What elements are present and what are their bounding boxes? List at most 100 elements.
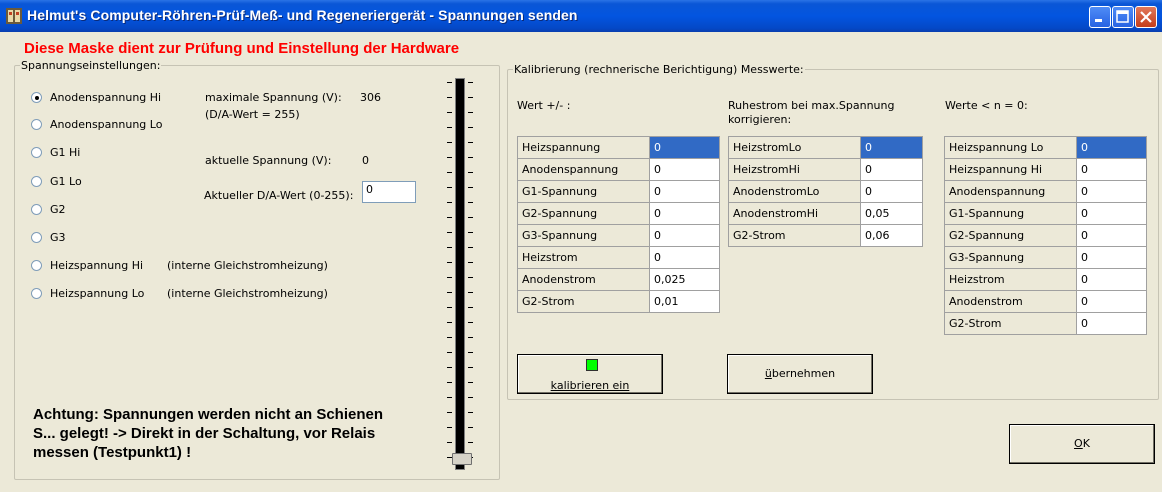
row-label: G2-Strom <box>944 312 1077 335</box>
value-cell[interactable]: 0 <box>649 158 720 181</box>
ok-button[interactable]: OK <box>1009 424 1155 464</box>
slider-track <box>455 78 465 470</box>
table-row: Heizstrom 0 <box>944 268 1147 291</box>
row-label: G2-Spannung <box>944 224 1077 247</box>
row-label: G2-Strom <box>517 290 650 313</box>
value-cell[interactable]: 0 <box>860 136 923 159</box>
app-icon <box>6 8 22 24</box>
row-label: Heizspannung <box>517 136 650 159</box>
slider-tick <box>447 382 452 383</box>
voltage-slider[interactable] <box>440 78 480 470</box>
table-row: G1-Spannung 0 <box>944 202 1147 225</box>
value-cell[interactable]: 0 <box>1076 224 1147 247</box>
table-row: Heizspannung 0 <box>517 136 720 159</box>
window-title: Helmut's Computer-Röhren-Prüf-Meß- und R… <box>27 7 578 23</box>
minimize-button[interactable] <box>1089 6 1111 28</box>
value-cell[interactable]: 0 <box>649 202 720 225</box>
radio-dot <box>31 288 42 299</box>
header-warning: Diese Maske dient zur Prüfung und Einste… <box>24 40 460 57</box>
value-cell[interactable]: 0 <box>1076 202 1147 225</box>
row-label: Heizstrom <box>517 246 650 269</box>
calibration-table-threshold: Heizspannung Lo 0 Heizspannung Hi 0 Anodensp… <box>944 136 1147 335</box>
slider-tick <box>468 307 473 308</box>
radio-anodenspannung-hi[interactable]: Anodenspannung Hi <box>31 91 161 104</box>
value-cell[interactable]: 0 <box>1076 246 1147 269</box>
value-cell[interactable]: 0,05 <box>860 202 923 225</box>
slider-tick <box>447 82 452 83</box>
apply-button[interactable]: übernehmen <box>727 354 873 394</box>
value-cell[interactable]: 0 <box>1076 312 1147 335</box>
value-cell[interactable]: 0 <box>1076 158 1147 181</box>
row-label: Anodenstrom <box>517 268 650 291</box>
slider-tick <box>447 187 452 188</box>
slider-tick <box>447 127 452 128</box>
relay-warning: Achtung: Spannungen werden nicht an Schi… <box>33 405 433 462</box>
radio-label: Anodenspannung Lo <box>50 118 163 131</box>
apply-button-label: übernehmen <box>764 367 836 380</box>
value-cell[interactable]: 0 <box>1076 290 1147 313</box>
slider-tick <box>447 232 452 233</box>
value-cell[interactable]: 0 <box>1076 136 1147 159</box>
table-row: Anodenspannung 0 <box>517 158 720 181</box>
row-label: Heizspannung Lo <box>944 136 1077 159</box>
value-cell[interactable]: 0,06 <box>860 224 923 247</box>
slider-tick <box>468 142 473 143</box>
calibrate-button-label: kalibrieren ein <box>550 379 630 392</box>
slider-tick <box>447 352 452 353</box>
ok-button-label: OK <box>1074 437 1090 450</box>
col2-title-line-1: Ruhestrom bei max.Spannung <box>728 99 895 112</box>
value-cell[interactable]: 0 <box>649 180 720 203</box>
da-value-label: Aktueller D/A-Wert (0-255): <box>204 189 354 202</box>
slider-tick <box>447 367 452 368</box>
row-label: G3-Spannung <box>944 246 1077 269</box>
radio-g2[interactable]: G2 <box>31 203 66 216</box>
table-row: G2-Strom 0,06 <box>728 224 923 247</box>
value-cell[interactable]: 0,025 <box>649 268 720 291</box>
close-button[interactable] <box>1135 6 1157 28</box>
slider-tick <box>447 217 452 218</box>
title-bar[interactable]: Helmut's Computer-Röhren-Prüf-Meß- und R… <box>0 0 1162 32</box>
value-cell[interactable]: 0 <box>1076 180 1147 203</box>
table-row: Heizspannung Hi 0 <box>944 158 1147 181</box>
close-icon <box>1140 11 1152 23</box>
radio-g1-lo[interactable]: G1 Lo <box>31 175 82 188</box>
slider-tick <box>468 217 473 218</box>
calibrate-button[interactable]: kalibrieren ein <box>517 354 663 394</box>
value-cell[interactable]: 0 <box>860 180 923 203</box>
radio-dot <box>31 260 42 271</box>
da-value-input[interactable]: 0 <box>362 181 416 203</box>
slider-tick <box>468 82 473 83</box>
value-cell[interactable]: 0 <box>649 246 720 269</box>
slider-tick <box>468 397 473 398</box>
row-label: G3-Spannung <box>517 224 650 247</box>
radio-g3[interactable]: G3 <box>31 231 66 244</box>
table-row: G3-Spannung 0 <box>944 246 1147 269</box>
maximize-button[interactable] <box>1112 6 1134 28</box>
radio-heizspannung-lo[interactable]: Heizspannung Lo <box>31 287 144 300</box>
radio-label: Anodenspannung Hi <box>50 91 162 104</box>
voltage-settings-legend: Spannungseinstellungen: <box>20 59 162 72</box>
slider-tick <box>447 277 452 278</box>
value-cell[interactable]: 0 <box>649 224 720 247</box>
radio-g1-hi[interactable]: G1 Hi <box>31 146 80 159</box>
row-label: Anodenspannung <box>944 180 1077 203</box>
value-cell[interactable]: 0,01 <box>649 290 720 313</box>
table-row: AnodenstromLo 0 <box>728 180 923 203</box>
radio-dot <box>31 92 42 103</box>
table-row: Heizspannung Lo 0 <box>944 136 1147 159</box>
relay-warning-line-2: S... gelegt! -> Direkt in der Schaltung,… <box>33 425 376 442</box>
relay-warning-line-1: Achtung: Spannungen werden nicht an Schi… <box>33 406 384 423</box>
table-row: G2-Strom 0,01 <box>517 290 720 313</box>
slider-tick <box>468 157 473 158</box>
slider-tick <box>468 382 473 383</box>
heater-note-lo: (interne Gleichstromheizung) <box>167 287 328 300</box>
radio-heizspannung-hi[interactable]: Heizspannung Hi <box>31 259 143 272</box>
value-cell[interactable]: 0 <box>649 136 720 159</box>
slider-thumb[interactable] <box>452 453 472 465</box>
slider-tick <box>468 412 473 413</box>
value-cell[interactable]: 0 <box>860 158 923 181</box>
slider-tick <box>447 427 452 428</box>
radio-anodenspannung-lo[interactable]: Anodenspannung Lo <box>31 118 162 131</box>
table-row: G3-Spannung 0 <box>517 224 720 247</box>
value-cell[interactable]: 0 <box>1076 268 1147 291</box>
